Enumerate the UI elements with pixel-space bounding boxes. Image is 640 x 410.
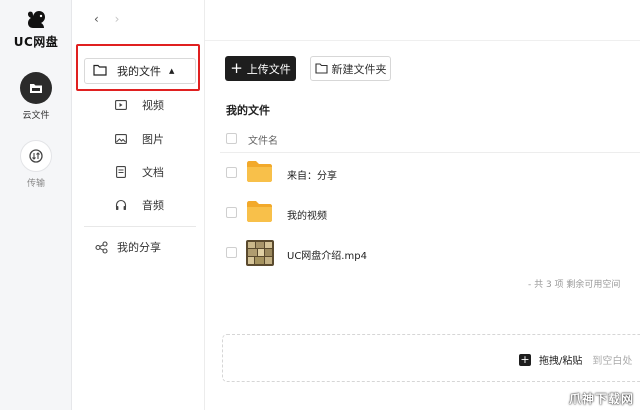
rail-label-cloud-files: 云文件 [22, 111, 50, 121]
rail-transfer[interactable]: 传输 [0, 140, 72, 189]
row-checkbox[interactable] [226, 167, 237, 178]
select-all-checkbox[interactable] [226, 133, 237, 144]
sidebar-item-video[interactable]: 视频 [72, 92, 205, 118]
sidebar-item-my-files[interactable]: 我的文件 ▲ [84, 58, 196, 84]
folder-icon [93, 64, 107, 79]
sidebar-item-label: 图片 [142, 133, 164, 146]
toolbar-divider [205, 40, 640, 41]
row-checkbox[interactable] [226, 207, 237, 218]
sidebar-item-label: 音频 [142, 199, 164, 212]
squirrel-logo-icon [28, 11, 45, 28]
page-title: 我的文件 [226, 104, 270, 117]
transfer-icon [20, 140, 52, 172]
drop-zone-main-text: 拖拽/粘贴 [539, 356, 583, 367]
brand-name: UC网盘 [13, 35, 59, 49]
watermark: 爪神下载网 [568, 392, 634, 406]
drop-zone-sub-text: 到空白处 [592, 356, 633, 367]
back-button[interactable]: ‹ [94, 12, 99, 26]
forward-button[interactable]: › [115, 12, 120, 26]
audio-icon [114, 198, 128, 212]
rail-cloud-files[interactable]: 云文件 [0, 72, 72, 121]
sidebar-item-label: 我的分享 [117, 241, 161, 254]
folder-icon [247, 161, 272, 182]
file-name: 我的视频 [287, 211, 327, 222]
video-thumbnail [246, 240, 274, 266]
sidebar-divider [84, 226, 196, 227]
drop-zone-label: + 拖拽/粘贴 到空白处 [519, 352, 632, 367]
new-folder-label: 新建文件夹 [331, 62, 387, 76]
folder-icon [20, 72, 52, 104]
sidebar-item-document[interactable]: 文档 [72, 159, 205, 185]
upload-file-button[interactable]: + 上传文件 [225, 56, 296, 81]
history-nav: ‹ › [94, 12, 131, 26]
video-icon [114, 98, 128, 112]
sidebar-item-audio[interactable]: 音频 [72, 192, 205, 218]
sidebar-item-image[interactable]: 图片 [72, 126, 205, 152]
plus-icon: + [519, 352, 531, 366]
table-header-divider [220, 152, 640, 153]
plus-icon: + [230, 59, 243, 77]
left-rail: UC网盘 云文件 传输 [0, 0, 72, 410]
sidebar-item-label: 我的文件 [117, 65, 161, 78]
file-count-summary: - 共 3 项 剩余可用空间 [528, 280, 621, 290]
rail-label-transfer: 传输 [26, 179, 45, 189]
column-header-filename[interactable]: 文件名 [248, 132, 278, 147]
caret-up-icon: ▲ [169, 67, 175, 75]
folder-icon [314, 63, 328, 74]
share-icon [94, 240, 108, 254]
brand: UC网盘 [0, 8, 72, 50]
file-name: UC网盘介绍.mp4 [287, 251, 367, 262]
sidebar-item-my-share[interactable]: 我的分享 [72, 234, 205, 260]
new-folder-button[interactable]: 新建文件夹 [310, 56, 391, 81]
document-icon [114, 165, 128, 179]
row-checkbox[interactable] [226, 247, 237, 258]
sidebar-item-label: 文档 [142, 166, 164, 179]
upload-file-label: 上传文件 [246, 62, 291, 76]
file-name: 来自：分享 [287, 171, 337, 182]
sidebar-item-label: 视频 [142, 99, 164, 112]
image-icon [114, 132, 128, 146]
folder-icon [247, 201, 272, 222]
